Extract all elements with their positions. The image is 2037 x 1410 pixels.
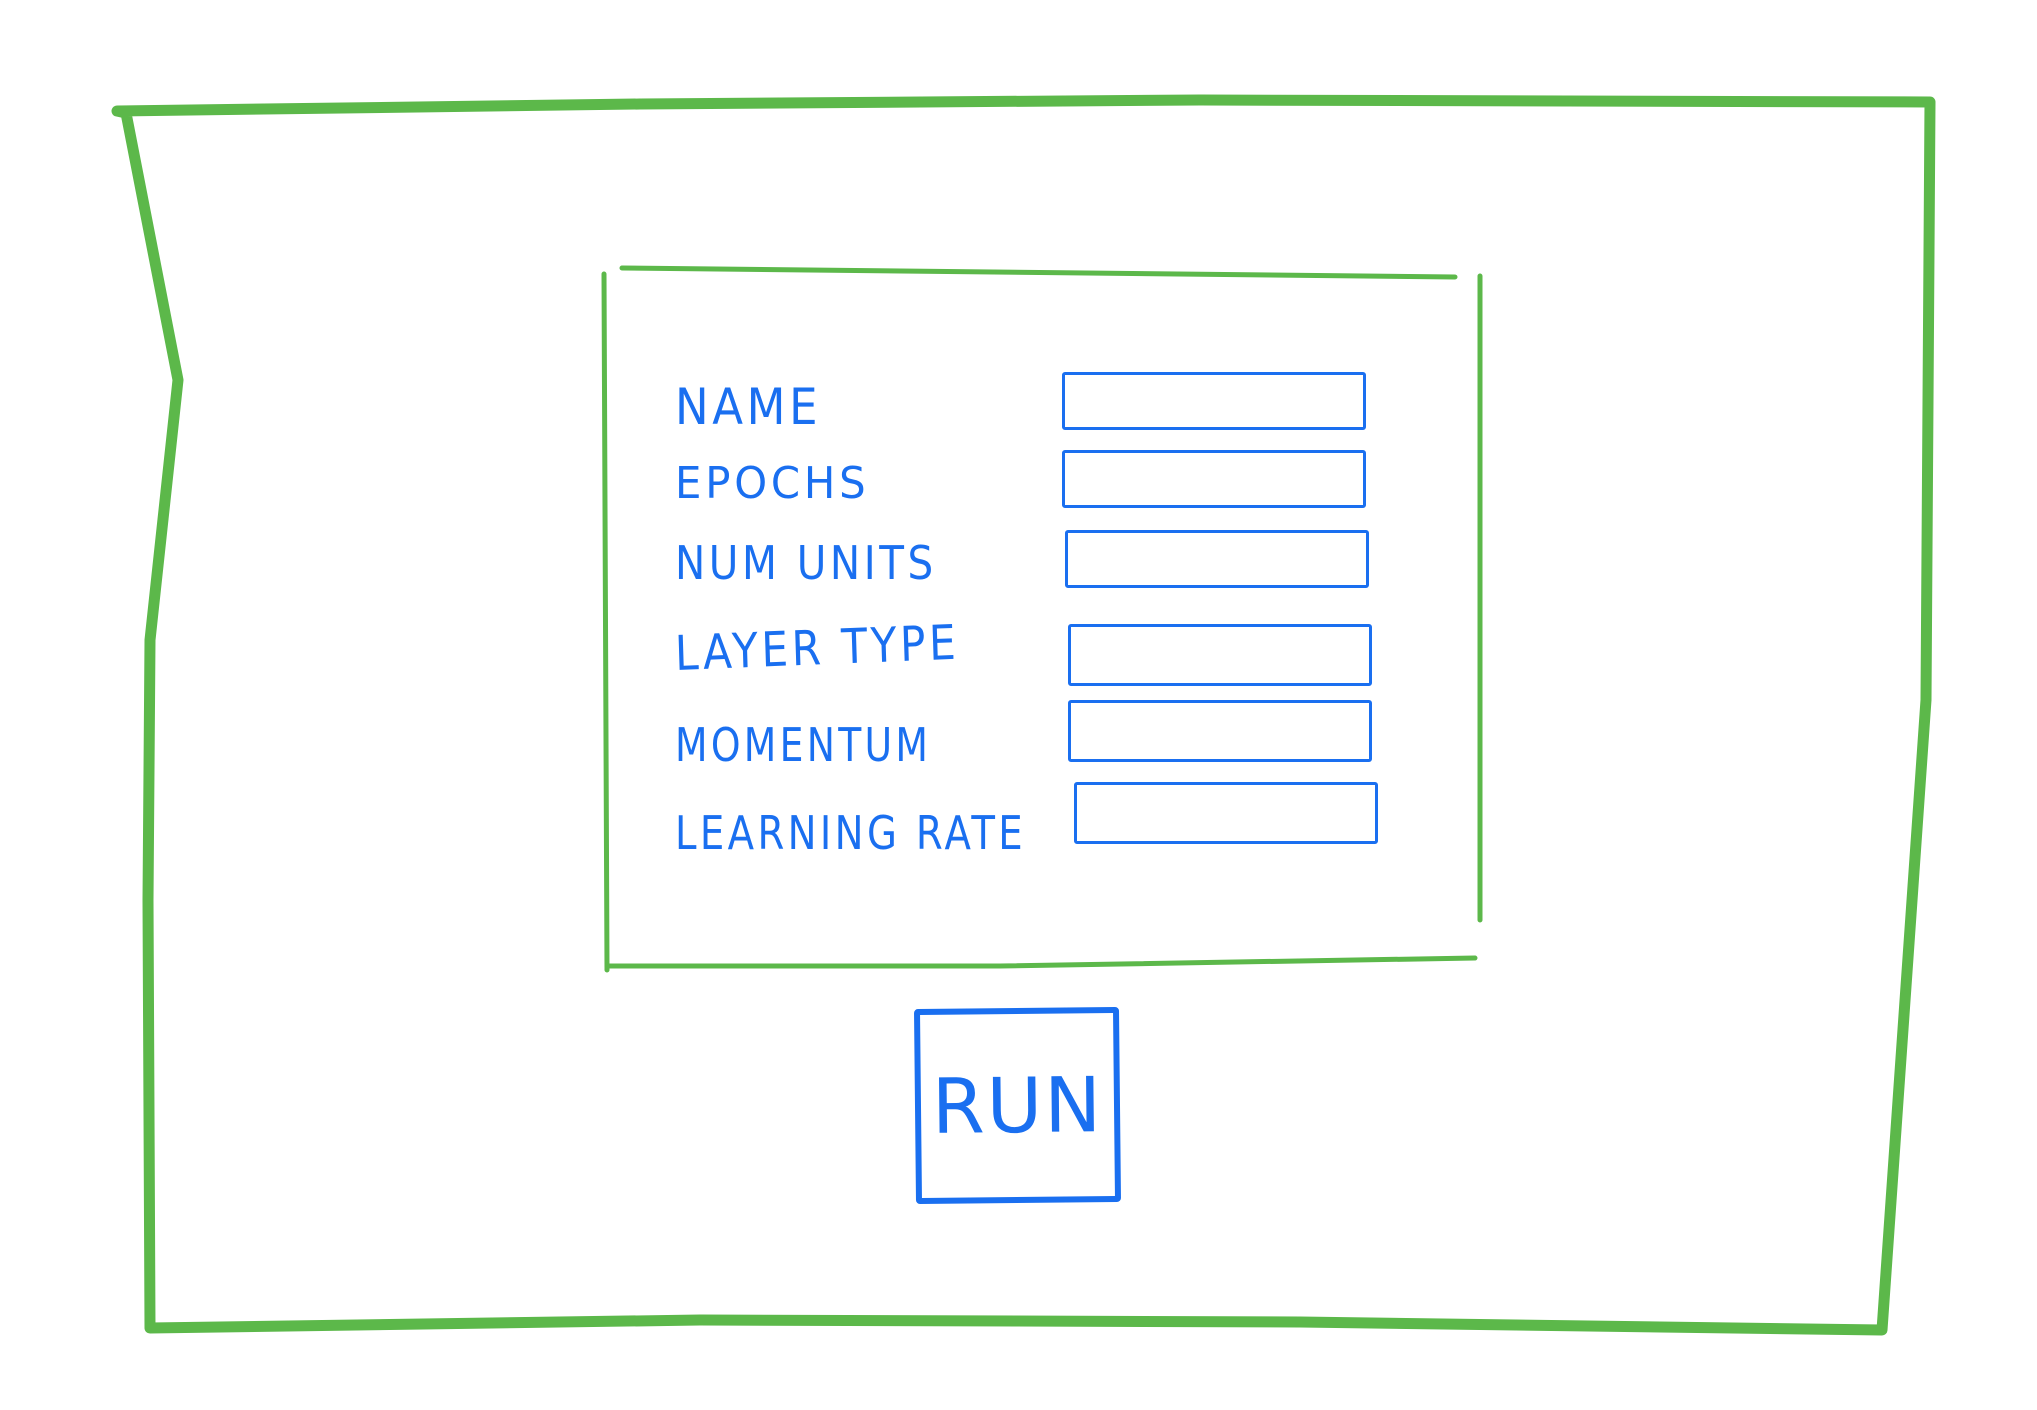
field-label-layer-type: LAYER TYPE bbox=[674, 614, 961, 682]
field-label-num-units: NUM UNITS bbox=[675, 536, 937, 590]
momentum-input[interactable] bbox=[1068, 700, 1372, 762]
learning-rate-input[interactable] bbox=[1074, 782, 1378, 844]
sketch-canvas: NAME EPOCHS NUM UNITS LAYER TYPE MOMENTU… bbox=[0, 0, 2037, 1410]
field-label-momentum: MOMENTUM bbox=[675, 718, 932, 772]
epochs-input[interactable] bbox=[1062, 450, 1366, 508]
run-button[interactable]: RUN bbox=[913, 1006, 1122, 1205]
name-input[interactable] bbox=[1062, 372, 1366, 430]
field-label-epochs: EPOCHS bbox=[675, 458, 870, 509]
layer-type-input[interactable] bbox=[1068, 624, 1372, 686]
num-units-input[interactable] bbox=[1065, 530, 1369, 588]
field-label-learning-rate: LEARNING RATE bbox=[675, 806, 1027, 860]
field-label-name: NAME bbox=[675, 378, 822, 436]
